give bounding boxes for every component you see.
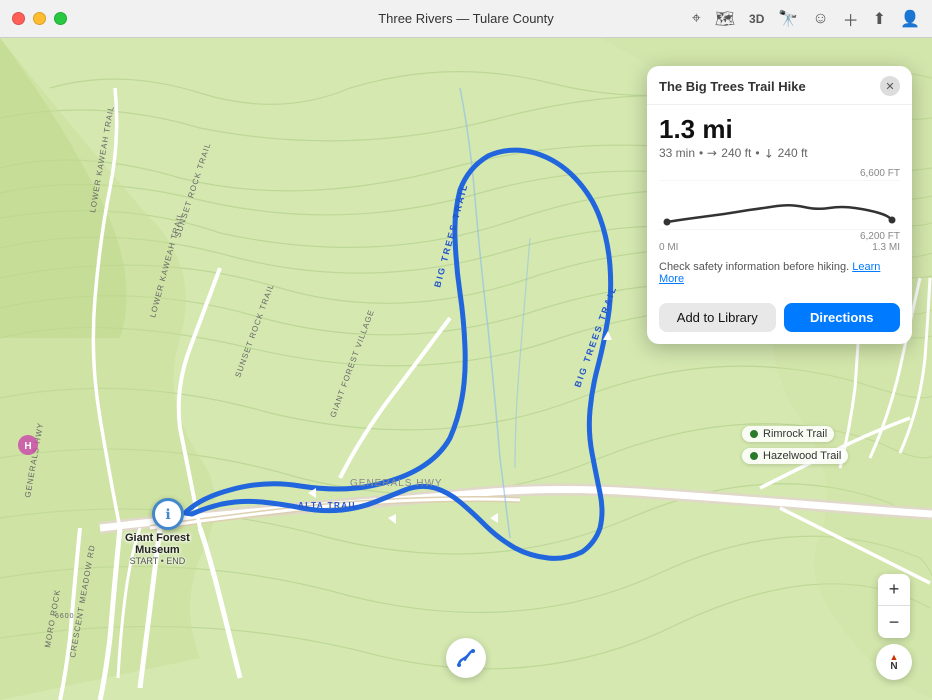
binoculars-icon[interactable]: 🔭 (778, 9, 798, 29)
titlebar: Three Rivers — Tulare County ⌖ 🗺 3D 🔭 ☺ … (0, 0, 932, 38)
hazelwood-trail-label: Hazelwood Trail (742, 448, 848, 464)
face-icon[interactable]: ☺ (812, 10, 828, 28)
descent-icon: ↘ (760, 144, 777, 161)
location-icon[interactable]: ⌖ (692, 10, 701, 28)
minimize-button[interactable] (33, 12, 46, 25)
svg-text:GENERALS HWY: GENERALS HWY (350, 478, 443, 489)
three-d-label[interactable]: 3D (749, 12, 764, 26)
toolbar: ⌖ 🗺 3D 🔭 ☺ ＋ ⬆ 👤 (692, 7, 920, 31)
rimrock-trail-label: Rimrock Trail (742, 426, 834, 442)
chart-x-labels: 0 MI 1.3 MI (659, 242, 900, 257)
svg-text:6600: 6600 (55, 613, 75, 620)
map-icon[interactable]: 🗺 (715, 9, 735, 29)
card-close-button[interactable]: ✕ (880, 76, 900, 96)
share-icon[interactable]: ⬆ (873, 9, 886, 29)
stats-row: 33 min • ↗ 240 ft • ↘ 240 ft (659, 146, 900, 160)
safety-text: Check safety information before hiking. … (659, 261, 900, 285)
card-actions: Add to Library Directions (647, 295, 912, 344)
svg-text:H: H (24, 441, 31, 452)
zoom-out-button[interactable]: − (878, 606, 910, 638)
info-card: The Big Trees Trail Hike ✕ 1.3 mi 33 min… (647, 66, 912, 344)
zoom-control-group: + − (878, 574, 910, 638)
elevation-low: 6,200 FT (659, 231, 900, 242)
directions-button[interactable]: Directions (784, 303, 901, 332)
route-icon-button[interactable] (446, 638, 486, 678)
compass-button[interactable]: ▲ N (876, 644, 912, 680)
account-icon[interactable]: 👤 (900, 9, 920, 29)
traffic-lights (12, 12, 67, 25)
start-end-marker[interactable]: ℹ (152, 498, 184, 530)
museum-label: Giant Forest Museum START • END (125, 532, 190, 566)
add-icon[interactable]: ＋ (843, 7, 859, 31)
close-button[interactable] (12, 12, 25, 25)
map[interactable]: BIG TREES TRAIL BIG TREES TRAIL ALTA TRA… (0, 38, 932, 700)
route-svg-icon (455, 647, 477, 669)
elevation-high: 6,600 FT (659, 168, 900, 179)
elevation-chart-svg (659, 180, 900, 230)
window-title: Three Rivers — Tulare County (378, 11, 554, 26)
ascent-icon: ↗ (704, 144, 721, 161)
zoom-in-button[interactable]: + (878, 574, 910, 606)
card-title: The Big Trees Trail Hike (659, 79, 806, 94)
add-to-library-button[interactable]: Add to Library (659, 303, 776, 332)
maximize-button[interactable] (54, 12, 67, 25)
map-controls: + − ▲ N (876, 574, 912, 680)
svg-text:ALTA TRAIL: ALTA TRAIL (298, 501, 359, 510)
distance-value: 1.3 mi (659, 115, 900, 144)
